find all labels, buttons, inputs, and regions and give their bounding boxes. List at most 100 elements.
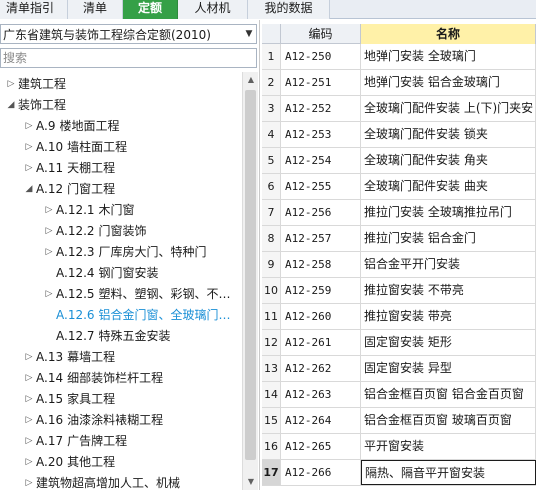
- row-number-cell[interactable]: 2: [262, 70, 281, 95]
- tree-node[interactable]: ◢ A.12 门窗工程: [22, 179, 116, 200]
- tree-node[interactable]: ▷ A.13 幕墙工程: [22, 347, 116, 368]
- expand-arrow-icon[interactable]: ▷: [42, 242, 56, 263]
- tab-labor-material-machine[interactable]: 人材机: [178, 0, 248, 19]
- scroll-down-icon[interactable]: ▼: [243, 474, 259, 490]
- row-number-cell[interactable]: 14: [262, 382, 281, 407]
- table-row[interactable]: 9 A12-258 铝合金平开门安装: [262, 252, 536, 278]
- code-cell[interactable]: A12-256: [281, 200, 361, 225]
- code-cell[interactable]: A12-261: [281, 330, 361, 355]
- name-cell[interactable]: 推拉窗安装 不带亮: [361, 278, 536, 303]
- row-number-cell[interactable]: 13: [262, 356, 281, 381]
- table-row[interactable]: 8 A12-257 推拉门安装 铝合金门: [262, 226, 536, 252]
- tree-node[interactable]: ▷ A.12.3 厂库房大门、特种门: [42, 242, 207, 263]
- expand-arrow-icon[interactable]: ▷: [22, 158, 36, 179]
- name-cell[interactable]: 全玻璃门配件安装 上(下)门夹安: [361, 96, 536, 121]
- code-cell[interactable]: A12-262: [281, 356, 361, 381]
- tab-bill-guide[interactable]: 清单指引: [0, 0, 68, 19]
- code-cell[interactable]: A12-251: [281, 70, 361, 95]
- expand-arrow-icon[interactable]: ▷: [22, 452, 36, 473]
- code-cell[interactable]: A12-263: [281, 382, 361, 407]
- collapse-arrow-icon[interactable]: ◢: [4, 95, 18, 116]
- table-row[interactable]: 17 A12-266 隔热、隔音平开窗安装: [262, 460, 536, 486]
- expand-arrow-icon[interactable]: ▷: [42, 221, 56, 242]
- expand-arrow-icon[interactable]: ▷: [22, 137, 36, 158]
- name-cell[interactable]: 全玻璃门配件安装 锁夹: [361, 122, 536, 147]
- code-cell[interactable]: A12-257: [281, 226, 361, 251]
- tree-node[interactable]: A.12.4 钢门窗安装: [42, 263, 159, 284]
- tab-my-data[interactable]: 我的数据: [248, 0, 330, 19]
- tree-node[interactable]: ◢ 装饰工程: [4, 95, 66, 116]
- expand-arrow-icon[interactable]: ▷: [22, 116, 36, 137]
- search-input[interactable]: 搜索: [0, 48, 257, 68]
- row-number-cell[interactable]: 16: [262, 434, 281, 459]
- expand-arrow-icon[interactable]: ▷: [22, 368, 36, 389]
- code-cell[interactable]: A12-265: [281, 434, 361, 459]
- row-number-cell[interactable]: 1: [262, 44, 281, 69]
- tab-bill[interactable]: 清单: [68, 0, 123, 19]
- table-row[interactable]: 16 A12-265 平开窗安装: [262, 434, 536, 460]
- row-number-cell[interactable]: 8: [262, 226, 281, 251]
- tree-node[interactable]: A.12.7 特殊五金安装: [42, 326, 171, 347]
- collapse-arrow-icon[interactable]: ◢: [22, 179, 36, 200]
- name-cell[interactable]: 推拉门安装 全玻璃推拉吊门: [361, 200, 536, 225]
- code-cell[interactable]: A12-254: [281, 148, 361, 173]
- name-cell[interactable]: 平开窗安装: [361, 434, 536, 459]
- tree-node[interactable]: ▷ A.9 楼地面工程: [22, 116, 120, 137]
- table-row[interactable]: 13 A12-262 固定窗安装 异型: [262, 356, 536, 382]
- tree-node[interactable]: ▷ A.11 天棚工程: [22, 158, 116, 179]
- tab-quota[interactable]: 定额: [123, 0, 178, 19]
- expand-arrow-icon[interactable]: ▷: [22, 431, 36, 452]
- code-cell[interactable]: A12-255: [281, 174, 361, 199]
- row-number-cell[interactable]: 12: [262, 330, 281, 355]
- name-cell[interactable]: 地弹门安装 全玻璃门: [361, 44, 536, 69]
- row-number-cell[interactable]: 9: [262, 252, 281, 277]
- table-row[interactable]: 10 A12-259 推拉窗安装 不带亮: [262, 278, 536, 304]
- tree-node[interactable]: ▷ A.12.5 塑料、塑钢、彩钢、不…: [42, 284, 231, 305]
- table-row[interactable]: 6 A12-255 全玻璃门配件安装 曲夹: [262, 174, 536, 200]
- row-number-cell[interactable]: 17: [262, 460, 281, 485]
- tree-node[interactable]: ▷ A.17 广告牌工程: [22, 431, 128, 452]
- table-row[interactable]: 15 A12-264 铝合金框百页窗 玻璃百页窗: [262, 408, 536, 434]
- row-number-cell[interactable]: 10: [262, 278, 281, 303]
- row-number-cell[interactable]: 11: [262, 304, 281, 329]
- expand-arrow-icon[interactable]: ▷: [22, 347, 36, 368]
- expand-arrow-icon[interactable]: ▷: [42, 200, 56, 221]
- tree-node[interactable]: ▷ A.20 其他工程: [22, 452, 116, 473]
- table-row[interactable]: 11 A12-260 推拉窗安装 带亮: [262, 304, 536, 330]
- code-cell[interactable]: A12-260: [281, 304, 361, 329]
- name-cell[interactable]: 地弹门安装 铝合金玻璃门: [361, 70, 536, 95]
- tree-node[interactable]: ▷ 建筑物超高增加人工、机械: [22, 473, 180, 490]
- row-number-cell[interactable]: 7: [262, 200, 281, 225]
- tree-node[interactable]: ▷ 建筑工程: [4, 74, 66, 95]
- name-cell[interactable]: 推拉窗安装 带亮: [361, 304, 536, 329]
- tree-node[interactable]: ▷ A.14 细部装饰栏杆工程: [22, 368, 164, 389]
- header-name[interactable]: 名称: [361, 24, 536, 44]
- code-cell[interactable]: A12-266: [281, 460, 361, 485]
- name-cell[interactable]: 全玻璃门配件安装 角夹: [361, 148, 536, 173]
- row-number-cell[interactable]: 3: [262, 96, 281, 121]
- name-cell[interactable]: 隔热、隔音平开窗安装: [361, 460, 536, 485]
- tree-node[interactable]: ▷ A.12.1 木门窗: [42, 200, 135, 221]
- name-cell[interactable]: 铝合金框百页窗 玻璃百页窗: [361, 408, 536, 433]
- expand-arrow-icon[interactable]: ▷: [22, 389, 36, 410]
- row-number-cell[interactable]: 5: [262, 148, 281, 173]
- code-cell[interactable]: A12-252: [281, 96, 361, 121]
- code-cell[interactable]: A12-250: [281, 44, 361, 69]
- table-row[interactable]: 4 A12-253 全玻璃门配件安装 锁夹: [262, 122, 536, 148]
- code-cell[interactable]: A12-258: [281, 252, 361, 277]
- name-cell[interactable]: 铝合金平开门安装: [361, 252, 536, 277]
- table-row[interactable]: 7 A12-256 推拉门安装 全玻璃推拉吊门: [262, 200, 536, 226]
- expand-arrow-icon[interactable]: ▷: [22, 410, 36, 431]
- tree-scrollbar[interactable]: ▲ ▼: [242, 72, 258, 490]
- header-code[interactable]: 编码: [281, 24, 361, 44]
- table-row[interactable]: 1 A12-250 地弹门安装 全玻璃门: [262, 44, 536, 70]
- table-row[interactable]: 3 A12-252 全玻璃门配件安装 上(下)门夹安: [262, 96, 536, 122]
- name-cell[interactable]: 固定窗安装 矩形: [361, 330, 536, 355]
- quota-library-select[interactable]: 广东省建筑与装饰工程综合定额(2010) ▼: [0, 24, 257, 44]
- name-cell[interactable]: 推拉门安装 铝合金门: [361, 226, 536, 251]
- row-number-cell[interactable]: 6: [262, 174, 281, 199]
- tree-node[interactable]: ▷ A.12.2 门窗装饰: [42, 221, 147, 242]
- table-row[interactable]: 5 A12-254 全玻璃门配件安装 角夹: [262, 148, 536, 174]
- table-row[interactable]: 14 A12-263 铝合金框百页窗 铝合金百页窗: [262, 382, 536, 408]
- code-cell[interactable]: A12-259: [281, 278, 361, 303]
